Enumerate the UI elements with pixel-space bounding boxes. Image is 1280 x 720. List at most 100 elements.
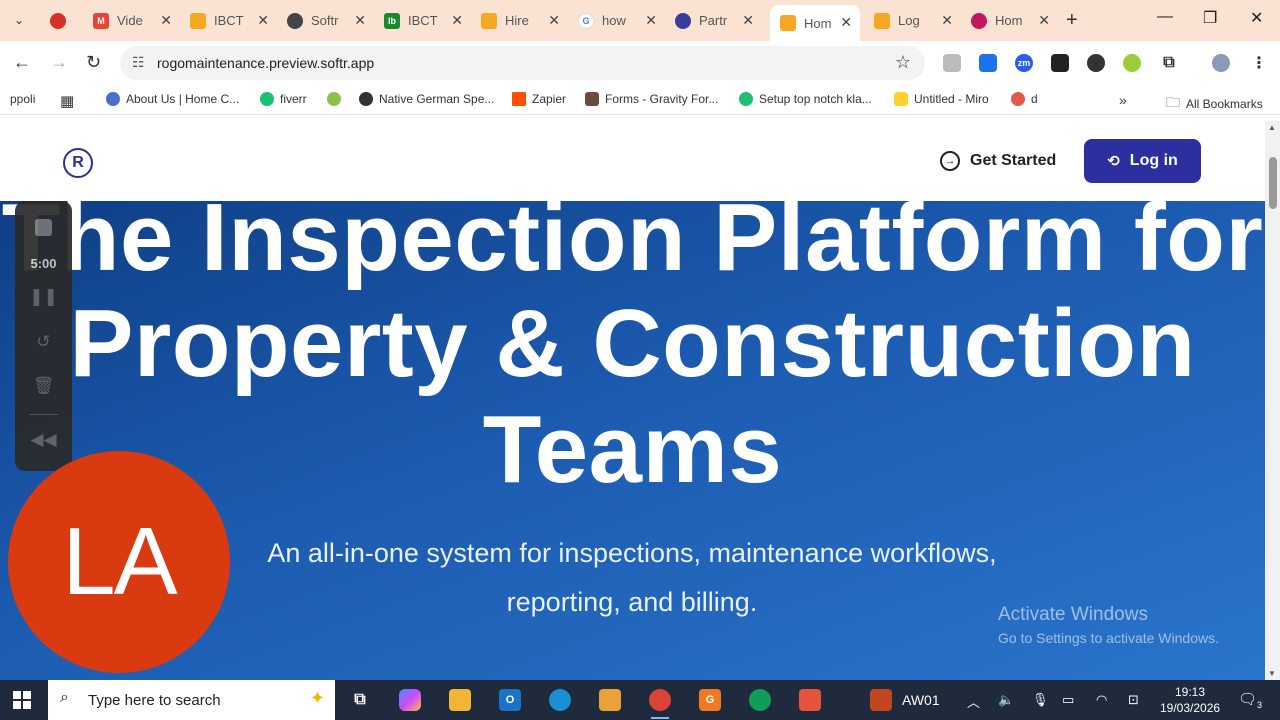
task-view-icon[interactable]: ⧉ (349, 689, 371, 711)
bookmark-label: ppoli (10, 92, 36, 106)
site-settings-icon[interactable]: ☷ (132, 54, 145, 71)
restart-icon[interactable]: ↺ (15, 332, 72, 352)
page-scrollbar[interactable]: ▲ ▼ (1265, 121, 1280, 680)
edge-icon[interactable] (549, 689, 571, 711)
site-logo[interactable]: R (63, 148, 93, 178)
bookmark-item[interactable]: Untitled - Miro (894, 92, 989, 106)
tab-close-icon[interactable]: ✕ (645, 12, 657, 29)
notifications-icon[interactable]: 🗨3 (1238, 690, 1262, 710)
bookmark-item[interactable]: Zapier (512, 92, 566, 106)
browser-tab-active[interactable]: Hom ✕ (770, 5, 860, 41)
sign-in-arrow-icon: → (940, 151, 960, 171)
app-icon[interactable] (870, 689, 892, 711)
apps-grid-icon[interactable]: ▦ (60, 92, 74, 110)
tray-chevron-icon[interactable]: ︿ (967, 692, 980, 711)
office-app-icon[interactable]: G (699, 689, 721, 711)
bookmark-item[interactable]: Setup top notch kla... (739, 92, 872, 106)
login-button[interactable]: ⟲ Log in (1084, 139, 1201, 183)
avatar-initials: LA (62, 508, 177, 615)
bookmark-item[interactable]: ppoli (10, 92, 35, 106)
browser-tab[interactable]: Hom ✕ (961, 5, 1058, 36)
bulb-extension-icon[interactable] (1123, 54, 1141, 72)
file-explorer-icon[interactable] (449, 689, 471, 711)
browser-tab[interactable]: Partr ✕ (665, 5, 762, 36)
browser-tab[interactable]: Softr ✕ (277, 5, 374, 36)
forward-arrow-icon[interactable]: → (50, 52, 68, 73)
bookmark-item[interactable]: Forms - Gravity For... (585, 92, 718, 106)
all-bookmarks-folder[interactable]: 🗀 All Bookmarks (1166, 92, 1263, 116)
reload-icon[interactable]: ↻ (86, 52, 101, 73)
zoom-extension-icon[interactable]: zm (1015, 54, 1033, 72)
tab-close-icon[interactable]: ✕ (941, 12, 953, 29)
tab-close-icon[interactable]: ✕ (160, 12, 172, 29)
scroll-down-icon[interactable]: ▼ (1268, 669, 1276, 678)
color-extension-icon[interactable] (1087, 54, 1105, 72)
screenshot-extension-icon[interactable] (943, 54, 961, 72)
tab-close-icon[interactable]: ✕ (257, 12, 269, 29)
ib-icon: Ib (384, 12, 400, 29)
copilot-icon[interactable] (399, 689, 421, 711)
folder-app-icon[interactable] (599, 689, 621, 711)
extension-icon[interactable] (979, 54, 997, 72)
extensions-puzzle-icon[interactable]: ⧉ (1160, 54, 1178, 72)
collapse-icon[interactable]: ◀◀ (15, 430, 72, 450)
new-tab-icon[interactable]: + (1066, 9, 1078, 32)
back-arrow-icon[interactable]: ← (13, 52, 31, 73)
taskbar-app-label[interactable]: AW01 (902, 692, 940, 708)
browser-tab[interactable]: Log ✕ (864, 5, 961, 36)
bookmark-item[interactable] (327, 92, 347, 106)
stop-recording-icon[interactable] (35, 219, 52, 236)
address-url[interactable]: rogomaintenance.preview.softr.app (157, 55, 374, 71)
pause-icon[interactable]: ❚❚ (15, 287, 72, 307)
browser-tab[interactable]: Ib IBCT ✕ (374, 5, 471, 36)
scroll-up-icon[interactable]: ▲ (1268, 123, 1276, 132)
close-window-icon[interactable]: ✕ (1250, 8, 1263, 28)
browser-tab[interactable]: M Vide ✕ (83, 5, 180, 36)
microphone-icon[interactable]: 🎙 (1032, 692, 1049, 708)
outlook-icon[interactable]: O (499, 689, 521, 711)
pen-extension-icon[interactable] (1051, 54, 1069, 72)
tab-close-icon[interactable]: ✕ (742, 12, 754, 29)
tab-close-icon[interactable]: ✕ (548, 12, 560, 29)
trash-icon[interactable]: 🗑 (15, 376, 72, 396)
wifi-icon[interactable]: ◠ (1096, 692, 1107, 708)
browser-tab[interactable] (40, 5, 80, 36)
bookmark-item[interactable]: fiverr (260, 92, 307, 106)
taskbar-clock[interactable]: 19:13 19/03/2026 (1160, 684, 1220, 716)
profile-avatar[interactable] (1212, 54, 1230, 72)
partner-icon (675, 12, 691, 29)
browser-tab[interactable]: Hire ✕ (471, 5, 568, 36)
bookmark-item[interactable]: Native German Spe... (359, 92, 494, 106)
browser-tab[interactable]: IBCT ✕ (180, 5, 277, 36)
scrollbar-thumb[interactable] (1269, 157, 1277, 209)
tab-close-icon[interactable]: ✕ (840, 14, 852, 31)
bookmark-star-icon[interactable]: ☆ (895, 52, 911, 73)
bookmark-item[interactable]: About Us | Home C... (106, 92, 239, 106)
tab-close-icon[interactable]: ✕ (354, 12, 366, 29)
tab-title: Log (898, 13, 920, 28)
app-icon[interactable] (799, 689, 821, 711)
windows-start-icon[interactable] (13, 691, 31, 709)
chrome-icon[interactable] (649, 689, 671, 719)
more-menu-icon[interactable]: ⋮ (1250, 54, 1268, 72)
browser-tab[interactable]: G how ✕ (568, 5, 665, 36)
battery-icon[interactable]: ▭ (1062, 692, 1074, 708)
softr-icon (874, 12, 890, 29)
minimize-icon[interactable]: — (1157, 8, 1173, 26)
bookmark-item[interactable]: d (1011, 92, 1038, 106)
speaker-icon[interactable]: 🔈 (998, 692, 1014, 708)
folder-icon: 🗀 (1166, 94, 1180, 110)
tab-close-icon[interactable]: ✕ (1038, 12, 1050, 29)
screen-recorder-panel: 5:00 ❚❚ ↺ 🗑 ◀◀ (15, 201, 72, 471)
restore-icon[interactable]: ❐ (1203, 8, 1217, 28)
tab-title: Hire (505, 13, 529, 28)
tab-title: Hom (804, 15, 832, 31)
tab-close-icon[interactable]: ✕ (451, 12, 463, 29)
display-icon[interactable]: ⊡ (1128, 692, 1139, 708)
address-bar[interactable]: ☷ rogomaintenance.preview.softr.app ☆ (120, 46, 925, 80)
chrome-profile-icon[interactable] (749, 689, 771, 711)
get-started-link[interactable]: → Get Started (940, 151, 1056, 171)
taskbar-search-box[interactable]: ⌕ Type here to search ✦ (48, 680, 335, 720)
tab-search-chevron-icon[interactable]: ⌄ (8, 9, 30, 31)
more-bookmarks-chevron-icon[interactable]: » (1119, 92, 1127, 108)
